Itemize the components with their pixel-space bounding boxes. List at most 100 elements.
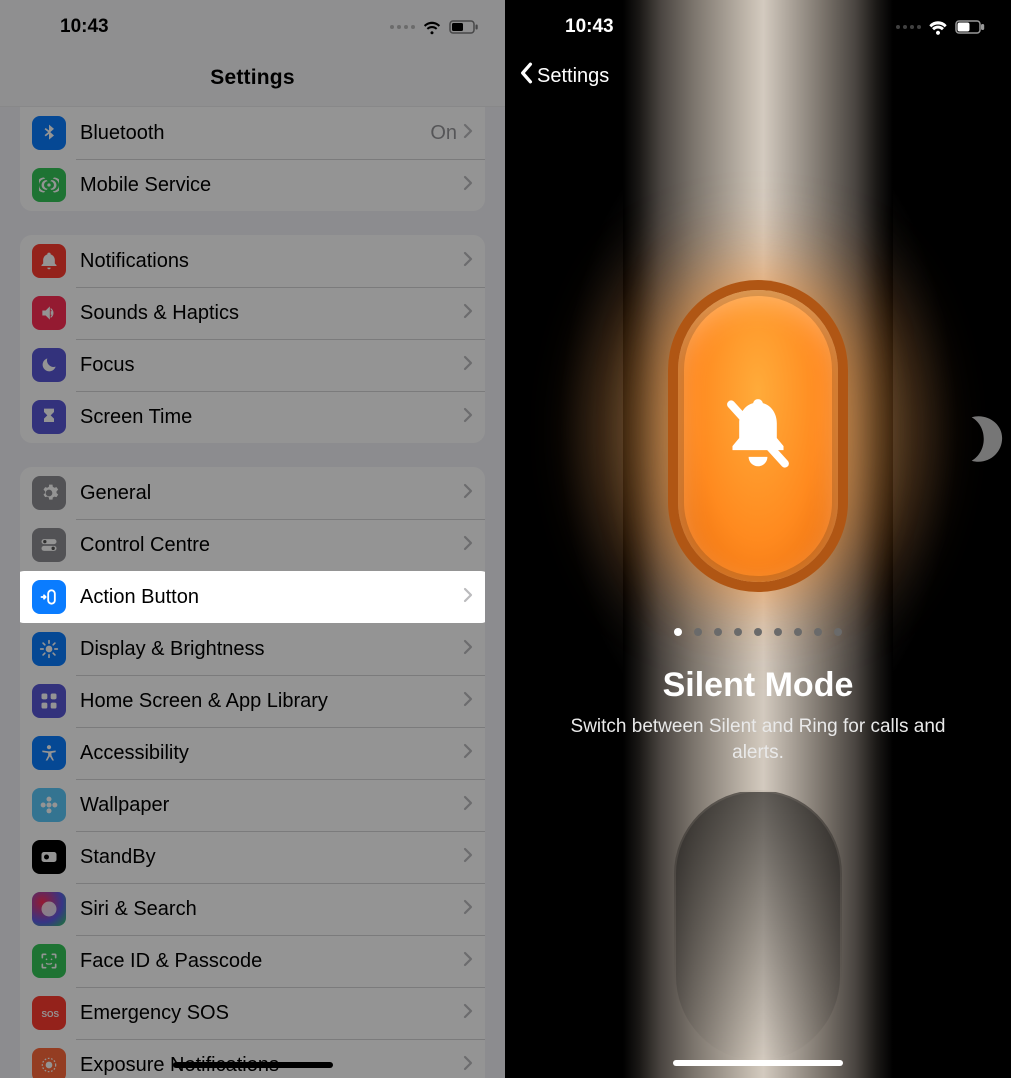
settings-row-sounds-haptics[interactable]: Sounds & Haptics xyxy=(20,287,485,339)
page-indicator[interactable] xyxy=(674,628,842,636)
nav-bar: Settings xyxy=(0,54,505,107)
battery-icon xyxy=(955,20,985,34)
chevron-right-icon xyxy=(463,123,473,144)
home-indicator[interactable] xyxy=(173,1062,333,1068)
row-label: General xyxy=(80,482,463,505)
action-button-screen: 10:43 Settings Silent Mode Switch betwee… xyxy=(505,0,1011,1078)
action-button-graphic xyxy=(678,290,838,582)
chevron-right-icon xyxy=(463,691,473,712)
row-label: StandBy xyxy=(80,846,463,869)
settings-row-bluetooth[interactable]: BluetoothOn xyxy=(20,107,485,159)
settings-row-general[interactable]: General xyxy=(20,467,485,519)
settings-row-faceid-passcode[interactable]: Face ID & Passcode xyxy=(20,935,485,987)
row-label: Action Button xyxy=(80,586,463,609)
row-label: Display & Brightness xyxy=(80,638,463,661)
settings-row-exposure-notifications[interactable]: Exposure Notifications xyxy=(20,1039,485,1078)
moon-icon xyxy=(32,348,66,382)
row-label: Siri & Search xyxy=(80,898,463,921)
settings-row-siri-search[interactable]: Siri & Search xyxy=(20,883,485,935)
row-label: Bluetooth xyxy=(80,122,430,145)
row-label: Notifications xyxy=(80,250,463,273)
pill-shadow xyxy=(674,790,842,1060)
chevron-right-icon xyxy=(463,639,473,660)
chevron-right-icon xyxy=(463,951,473,972)
pager-dot[interactable] xyxy=(814,628,822,636)
settings-group: BluetoothOn Mobile Service xyxy=(20,107,485,211)
wifi-icon xyxy=(927,16,949,38)
settings-screen: 10:43 Settings BluetoothOn Mobile Service… xyxy=(0,0,505,1078)
flower-icon xyxy=(32,788,66,822)
chevron-right-icon xyxy=(463,535,473,556)
settings-row-display-brightness[interactable]: Display & Brightness xyxy=(20,623,485,675)
chevron-left-icon xyxy=(519,62,533,90)
row-label: Emergency SOS xyxy=(80,1002,463,1025)
settings-row-control-centre[interactable]: Control Centre xyxy=(20,519,485,571)
pager-dot[interactable] xyxy=(694,628,702,636)
faceid-icon xyxy=(32,944,66,978)
settings-row-home-screen[interactable]: Home Screen & App Library xyxy=(20,675,485,727)
chevron-right-icon xyxy=(463,899,473,920)
settings-row-notifications[interactable]: Notifications xyxy=(20,235,485,287)
pager-dot[interactable] xyxy=(674,628,682,636)
pager-dot[interactable] xyxy=(794,628,802,636)
exposure-icon xyxy=(32,1048,66,1078)
settings-row-standby[interactable]: StandBy xyxy=(20,831,485,883)
settings-group: Notifications Sounds & Haptics Focus Screen… xyxy=(20,235,485,443)
row-value: On xyxy=(430,122,457,145)
antenna-icon xyxy=(32,168,66,202)
mode-description: Switch between Silent and Ring for calls… xyxy=(545,714,971,765)
siri-icon xyxy=(32,892,66,926)
chevron-right-icon xyxy=(463,355,473,376)
chevron-right-icon xyxy=(463,251,473,272)
pager-dot[interactable] xyxy=(714,628,722,636)
settings-row-focus[interactable]: Focus xyxy=(20,339,485,391)
settings-row-emergency-sos[interactable]: SOS Emergency SOS xyxy=(20,987,485,1039)
settings-row-mobile-service[interactable]: Mobile Service xyxy=(20,159,485,211)
row-label: Mobile Service xyxy=(80,174,463,197)
row-label: Sounds & Haptics xyxy=(80,302,463,325)
pager-dot[interactable] xyxy=(754,628,762,636)
settings-row-action-button[interactable]: Action Button xyxy=(20,571,485,623)
pager-dot[interactable] xyxy=(834,628,842,636)
hourglass-icon xyxy=(32,400,66,434)
pager-dot[interactable] xyxy=(774,628,782,636)
row-label: Control Centre xyxy=(80,534,463,557)
chevron-right-icon xyxy=(463,1003,473,1024)
chevron-right-icon xyxy=(463,795,473,816)
status-right xyxy=(896,16,985,38)
status-right xyxy=(390,16,479,38)
stage xyxy=(505,0,1011,1078)
row-label: Home Screen & App Library xyxy=(80,690,463,713)
battery-icon xyxy=(449,20,479,34)
settings-list[interactable]: BluetoothOn Mobile Service Notifications So… xyxy=(0,107,505,1078)
gear-icon xyxy=(32,476,66,510)
settings-row-accessibility[interactable]: Accessibility xyxy=(20,727,485,779)
mode-title: Silent Mode xyxy=(505,666,1011,705)
back-button[interactable]: Settings xyxy=(505,54,623,98)
standby-icon xyxy=(32,840,66,874)
row-label: Focus xyxy=(80,354,463,377)
chevron-right-icon xyxy=(463,847,473,868)
pager-dot[interactable] xyxy=(734,628,742,636)
status-bar: 10:43 xyxy=(505,0,1011,54)
cellular-dots-icon xyxy=(896,25,921,29)
accessibility-icon xyxy=(32,736,66,770)
bell-slash-icon xyxy=(715,391,801,482)
svg-text:SOS: SOS xyxy=(42,1009,60,1019)
moon-icon[interactable] xyxy=(943,400,1011,478)
bell-badge-icon xyxy=(32,244,66,278)
row-label: Screen Time xyxy=(80,406,463,429)
sun-icon xyxy=(32,632,66,666)
cellular-dots-icon xyxy=(390,25,415,29)
status-bar: 10:43 xyxy=(0,0,505,54)
settings-row-wallpaper[interactable]: Wallpaper xyxy=(20,779,485,831)
chevron-right-icon xyxy=(463,175,473,196)
status-time: 10:43 xyxy=(565,16,614,38)
settings-row-screen-time[interactable]: Screen Time xyxy=(20,391,485,443)
chevron-right-icon xyxy=(463,483,473,504)
back-label: Settings xyxy=(537,65,609,88)
chevron-right-icon xyxy=(463,407,473,428)
wifi-icon xyxy=(421,16,443,38)
home-indicator[interactable] xyxy=(673,1060,843,1066)
bluetooth-icon xyxy=(32,116,66,150)
